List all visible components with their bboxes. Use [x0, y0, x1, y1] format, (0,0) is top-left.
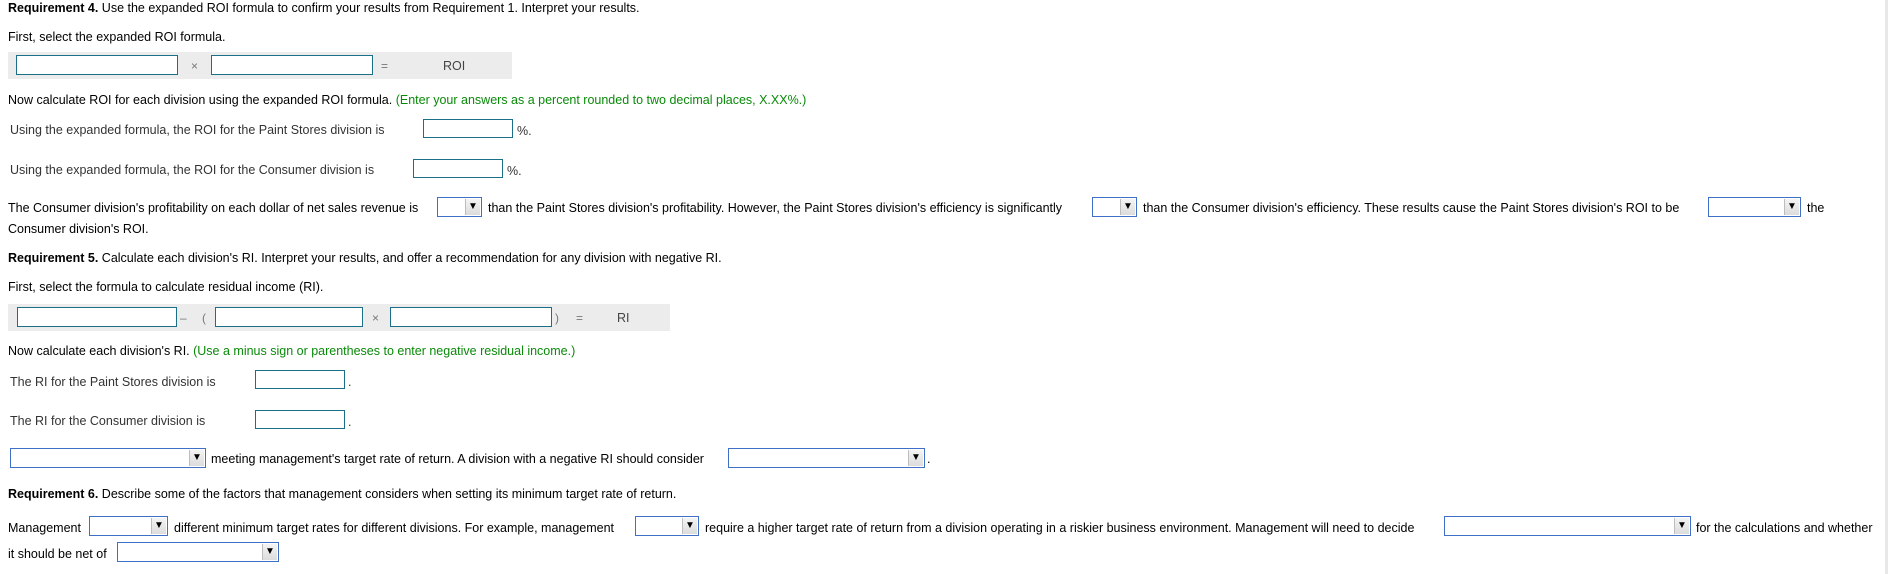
management-target-rates-select[interactable]: ▼ — [89, 516, 168, 536]
req4-heading-bold: Requirement 4. — [8, 1, 99, 15]
times-operator: × — [372, 311, 380, 325]
paint-roi-label: Using the expanded formula, the ROI for … — [10, 123, 385, 137]
req4-select-formula-prompt: First, select the expanded ROI formula. — [8, 30, 226, 44]
equals-operator: = — [381, 59, 389, 73]
ri-result-label: RI — [617, 311, 630, 325]
paint-roi-input[interactable] — [423, 119, 513, 138]
consumer-ri-suffix: . — [348, 415, 352, 429]
ri-formula-row: – ( × ) = RI — [8, 304, 670, 331]
req6-heading-bold: Requirement 6. — [8, 487, 99, 501]
negative-ri-action-select[interactable]: ▼ — [728, 448, 925, 468]
consumer-roi-input[interactable] — [413, 159, 503, 178]
ri-formula-input-3[interactable] — [390, 307, 552, 327]
req4-calc-prompt: Now calculate ROI for each division usin… — [8, 92, 806, 108]
roi-result-label: ROI — [443, 59, 466, 73]
req5-select-formula-prompt: First, select the formula to calculate r… — [8, 280, 324, 294]
efficiency-comparison-select[interactable]: ▼ — [1092, 197, 1137, 217]
times-operator: × — [191, 59, 199, 73]
req5-heading-text: Calculate each division's RI. Interpret … — [98, 251, 722, 265]
req4-interpret-part4: the — [1807, 201, 1825, 215]
paint-roi-suffix: %. — [517, 124, 532, 138]
req4-heading-text: Use the expanded ROI formula to confirm … — [98, 1, 640, 15]
roi-formula-input-2[interactable] — [211, 55, 373, 75]
dropdown-arrow-icon: ▼ — [682, 518, 697, 534]
dropdown-arrow-icon: ▼ — [262, 544, 277, 560]
roi-formula-input-1[interactable] — [16, 55, 178, 75]
open-parenthesis: ( — [202, 311, 206, 325]
req5-calc-prompt-text: Now calculate each division's RI. — [8, 344, 190, 358]
dropdown-arrow-icon: ▼ — [151, 518, 166, 534]
roi-formula-row: × = ROI — [8, 52, 512, 79]
equals-operator: = — [576, 311, 584, 325]
consumer-roi-label: Using the expanded formula, the ROI for … — [10, 163, 375, 177]
roi-comparison-select[interactable]: ▼ — [1708, 197, 1801, 217]
req4-interpret-part3: than the Consumer division's efficiency.… — [1143, 201, 1680, 215]
management-risk-select[interactable]: ▼ — [635, 516, 699, 536]
req6-heading: Requirement 6. Describe some of the fact… — [8, 486, 676, 502]
req4-interpret-part5: Consumer division's ROI. — [8, 222, 149, 236]
dropdown-arrow-icon: ▼ — [1674, 518, 1689, 534]
req6-sentence-part3: require a higher target rate of return f… — [705, 521, 1415, 535]
req5-interpret-part1: meeting management's target rate of retu… — [211, 452, 704, 466]
calculation-basis-select[interactable]: ▼ — [1444, 516, 1691, 536]
dropdown-arrow-icon: ▼ — [908, 450, 923, 466]
req5-heading-bold: Requirement 5. — [8, 251, 99, 265]
req4-interpret-part2: than the Paint Stores division's profita… — [488, 201, 1063, 215]
consumer-ri-input[interactable] — [255, 410, 345, 429]
profitability-comparison-select[interactable]: ▼ — [437, 197, 482, 217]
req5-interpret-part2: . — [927, 452, 931, 466]
req4-heading: Requirement 4. Use the expanded ROI form… — [8, 0, 640, 16]
req6-heading-text: Describe some of the factors that manage… — [98, 487, 677, 501]
consumer-roi-suffix: %. — [507, 164, 522, 178]
req6-sentence-part2: different minimum target rates for diffe… — [174, 521, 615, 535]
net-of-select[interactable]: ▼ — [117, 542, 279, 562]
req5-heading: Requirement 5. Calculate each division's… — [8, 250, 722, 266]
dropdown-arrow-icon: ▼ — [189, 450, 204, 466]
req5-calc-hint: (Use a minus sign or parentheses to ente… — [189, 344, 576, 358]
minus-operator: – — [180, 311, 187, 325]
req6-sentence-part5: it should be net of — [8, 547, 107, 561]
ri-formula-input-1[interactable] — [17, 307, 177, 327]
consumer-ri-label: The RI for the Consumer division is — [10, 414, 206, 428]
req4-calc-hint: (Enter your answers as a percent rounded… — [392, 93, 807, 107]
req6-sentence-part4: for the calculations and whether — [1696, 521, 1873, 535]
ri-division-select[interactable]: ▼ — [10, 448, 206, 468]
paint-ri-suffix: . — [348, 375, 352, 389]
dropdown-arrow-icon: ▼ — [1784, 199, 1799, 215]
req4-interpret-part1: The Consumer division's profitability on… — [8, 201, 419, 215]
paint-ri-label: The RI for the Paint Stores division is — [10, 375, 216, 389]
req5-calc-prompt: Now calculate each division's RI. (Use a… — [8, 343, 575, 359]
dropdown-arrow-icon: ▼ — [1120, 199, 1135, 215]
dropdown-arrow-icon: ▼ — [465, 199, 480, 215]
req4-calc-prompt-text: Now calculate ROI for each division usin… — [8, 93, 393, 107]
ri-formula-input-2[interactable] — [215, 307, 363, 327]
req6-sentence-part1: Management — [8, 521, 81, 535]
close-parenthesis: ) — [555, 311, 559, 325]
paint-ri-input[interactable] — [255, 370, 345, 389]
